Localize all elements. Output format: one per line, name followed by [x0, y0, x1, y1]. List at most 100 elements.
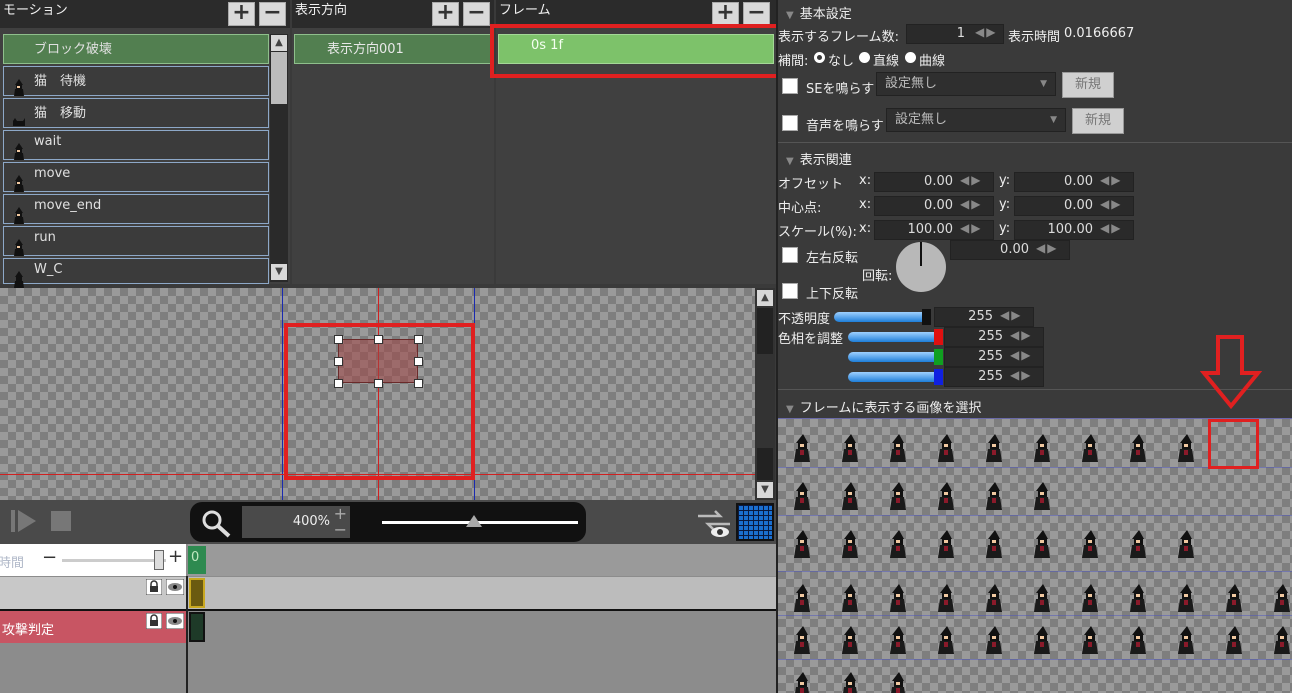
- eye-icon[interactable]: [166, 613, 184, 629]
- motion-item[interactable]: wait: [3, 130, 269, 160]
- scale-x-stepper[interactable]: ◀▶: [960, 221, 982, 235]
- flip-v-checkbox[interactable]: [782, 283, 798, 299]
- basic-settings-title[interactable]: 基本設定: [786, 3, 852, 22]
- sprite-frame-thumbnail[interactable]: [1176, 433, 1196, 463]
- direction-item[interactable]: 表示方向001: [294, 34, 492, 64]
- motion-item[interactable]: run: [3, 226, 269, 256]
- track-keyframe[interactable]: [189, 612, 205, 642]
- sprite-frame-thumbnail[interactable]: [840, 625, 860, 655]
- se-new-button[interactable]: 新規: [1062, 72, 1114, 98]
- scrollbar-thumb-lower[interactable]: [757, 448, 773, 480]
- se-checkbox[interactable]: [782, 78, 798, 94]
- sprite-frame-thumbnail[interactable]: [792, 583, 812, 613]
- opacity-slider-knob[interactable]: [922, 309, 931, 325]
- sprite-frame-thumbnail[interactable]: [1080, 625, 1100, 655]
- track-row[interactable]: 攻撃判定: [0, 611, 776, 643]
- play-icon[interactable]: [10, 508, 38, 534]
- interp-radio-none[interactable]: [814, 52, 825, 63]
- hue-r-slider[interactable]: [848, 332, 940, 342]
- motion-item[interactable]: 猫 待機: [3, 66, 269, 96]
- playhead-marker[interactable]: 0: [188, 546, 206, 574]
- zoom-slider-track[interactable]: [382, 515, 578, 527]
- sprite-frame-thumbnail[interactable]: [792, 481, 812, 511]
- offset-x-stepper[interactable]: ◀▶: [960, 173, 982, 187]
- sprite-frame-thumbnail[interactable]: [1032, 433, 1052, 463]
- sprite-frame-thumbnail[interactable]: [1080, 583, 1100, 613]
- scroll-down-button[interactable]: ▼: [271, 264, 287, 280]
- rotation-dial[interactable]: [896, 242, 946, 292]
- frame-count-stepper[interactable]: ◀▶: [975, 25, 997, 39]
- flip-h-checkbox[interactable]: [782, 247, 798, 263]
- sprite-frame-thumbnail[interactable]: [1128, 625, 1148, 655]
- offset-y-stepper[interactable]: ◀▶: [1100, 173, 1122, 187]
- voice-checkbox[interactable]: [782, 115, 798, 131]
- rotation-stepper[interactable]: ◀▶: [1036, 241, 1058, 255]
- scale-y-stepper[interactable]: ◀▶: [1100, 221, 1122, 235]
- search-icon[interactable]: [200, 508, 232, 538]
- lock-icon[interactable]: [146, 613, 162, 629]
- sprite-frame-thumbnail[interactable]: [936, 481, 956, 511]
- add-direction-button[interactable]: +: [432, 2, 459, 26]
- interp-radio-linear[interactable]: [859, 52, 870, 63]
- voice-dropdown[interactable]: 設定無し: [886, 108, 1066, 132]
- sprite-frame-thumbnail[interactable]: [1032, 481, 1052, 511]
- scroll-up-button[interactable]: ▲: [271, 35, 287, 51]
- opacity-stepper[interactable]: ◀▶: [1000, 308, 1022, 322]
- motion-item[interactable]: move: [3, 162, 269, 192]
- sprite-frame-thumbnail[interactable]: [984, 481, 1004, 511]
- zoom-slider-knob[interactable]: [466, 515, 483, 527]
- sprite-frame-thumbnail[interactable]: [792, 671, 812, 693]
- sprite-frame-thumbnail[interactable]: [888, 583, 908, 613]
- sprite-frame-thumbnail[interactable]: [984, 529, 1004, 559]
- center-y-stepper[interactable]: ◀▶: [1100, 197, 1122, 211]
- sprite-frame-thumbnail[interactable]: [1224, 625, 1244, 655]
- sprite-frame-thumbnail[interactable]: [1272, 625, 1292, 655]
- display-settings-title[interactable]: 表示関連: [786, 149, 852, 168]
- sprite-frame-thumbnail[interactable]: [1032, 583, 1052, 613]
- hue-b-slider[interactable]: [848, 372, 940, 382]
- scrollbar-thumb[interactable]: [271, 52, 287, 104]
- sprite-frame-thumbnail[interactable]: [840, 481, 860, 511]
- sprite-frame-thumbnail[interactable]: [936, 583, 956, 613]
- grid-toggle-icon[interactable]: [736, 503, 774, 541]
- sprite-frame-thumbnail[interactable]: [1080, 529, 1100, 559]
- sprite-frame-thumbnail[interactable]: [1272, 583, 1292, 613]
- preview-canvas[interactable]: [0, 288, 755, 500]
- sprite-frame-thumbnail[interactable]: [984, 433, 1004, 463]
- track-keyframe[interactable]: [189, 578, 205, 608]
- motion-item[interactable]: W_C: [3, 258, 269, 288]
- opacity-slider[interactable]: [834, 312, 930, 322]
- hue-r-slider-knob[interactable]: [934, 329, 943, 345]
- sprite-frame-thumbnail[interactable]: [792, 625, 812, 655]
- sprite-frame-thumbnail[interactable]: [936, 625, 956, 655]
- hue-g-stepper[interactable]: ◀▶: [1010, 348, 1032, 362]
- time-slider-knob[interactable]: [154, 550, 164, 570]
- hue-r-stepper[interactable]: ◀▶: [1010, 328, 1032, 342]
- motion-item[interactable]: 猫 移動: [3, 98, 269, 128]
- sprite-frame-thumbnail[interactable]: [840, 529, 860, 559]
- sprite-frame-thumbnail[interactable]: [1080, 433, 1100, 463]
- sprite-frame-thumbnail[interactable]: [1128, 583, 1148, 613]
- image-select-title[interactable]: フレームに表示する画像を選択: [786, 397, 982, 416]
- hue-b-stepper[interactable]: ◀▶: [1010, 368, 1032, 382]
- sprite-frame-thumbnail[interactable]: [984, 583, 1004, 613]
- sprite-frame-thumbnail[interactable]: [792, 529, 812, 559]
- sprite-frame-thumbnail[interactable]: [1176, 529, 1196, 559]
- hue-b-slider-knob[interactable]: [934, 369, 943, 385]
- interp-radio-curve[interactable]: [905, 52, 916, 63]
- sprite-frame-thumbnail[interactable]: [888, 481, 908, 511]
- swap-view-icon[interactable]: [696, 506, 732, 540]
- time-zoom-in-button[interactable]: +: [168, 546, 183, 567]
- remove-direction-button[interactable]: −: [463, 2, 490, 26]
- sprite-frame-thumbnail[interactable]: [888, 529, 908, 559]
- motion-scrollbar[interactable]: ▲ ▼: [270, 34, 288, 282]
- motion-item[interactable]: move_end: [3, 194, 269, 224]
- sprite-frame-thumbnail[interactable]: [1032, 529, 1052, 559]
- hue-g-slider[interactable]: [848, 352, 940, 362]
- se-dropdown[interactable]: 設定無し: [876, 72, 1056, 96]
- zoom-value-field[interactable]: 400% + −: [242, 504, 350, 539]
- sprite-frame-thumbnail[interactable]: [840, 583, 860, 613]
- sprite-frame-thumbnail[interactable]: [1176, 625, 1196, 655]
- sprite-frame-thumbnail[interactable]: [888, 433, 908, 463]
- remove-frame-button[interactable]: −: [743, 2, 770, 26]
